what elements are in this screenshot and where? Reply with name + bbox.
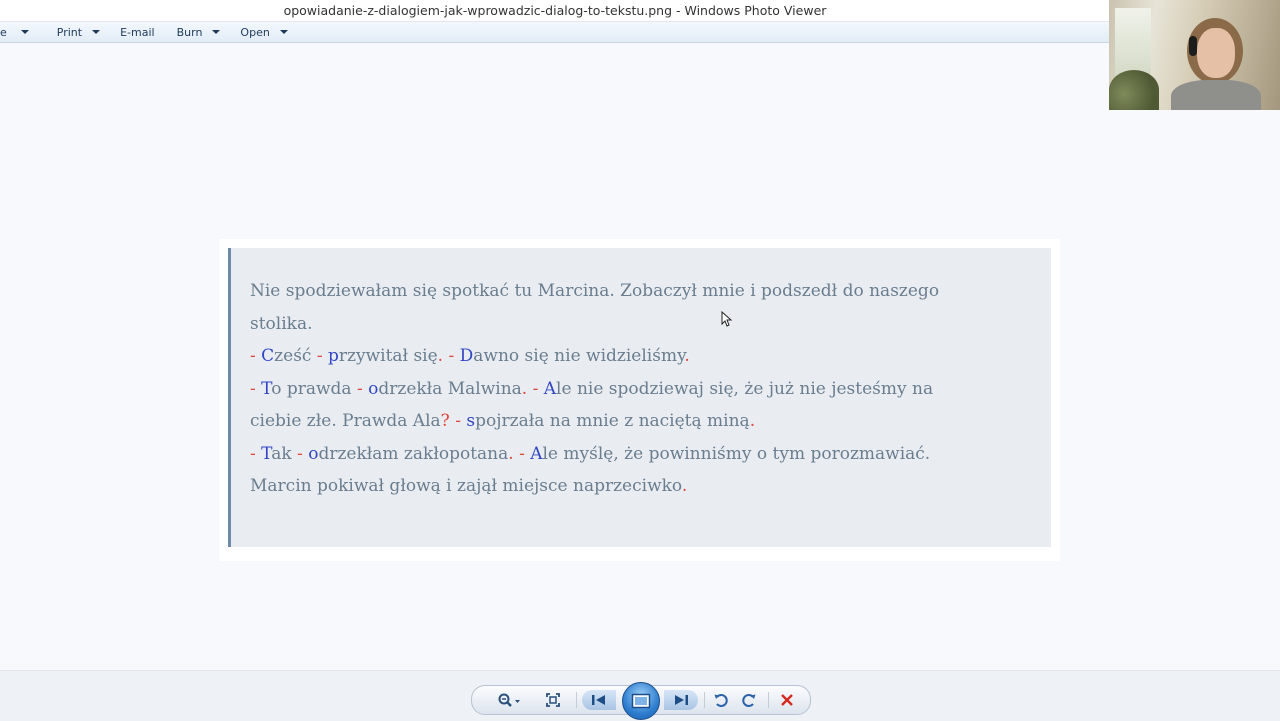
text-line: - Tak - odrzekłam zakłopotana. - Ale myś… (250, 443, 931, 464)
menu-email-label: E-mail (120, 25, 155, 39)
window-title-bar: opowiadanie-z-dialogiem-jak-wprowadzic-d… (0, 0, 1110, 22)
text-line: stolika. (250, 313, 313, 334)
text-line: Marcin pokiwał głową i zajął miejsce nap… (250, 476, 688, 496)
navigation-controls (471, 682, 811, 720)
zoom-icon (498, 693, 520, 707)
story-text: Nie spodziewałam się spotkać tu Marcina.… (250, 275, 1030, 503)
menu-print[interactable]: Print (47, 22, 110, 42)
menu-print-label: Print (56, 25, 83, 39)
text-line: Nie spodziewałam się spotkać tu Marcina.… (250, 281, 940, 301)
menu-email[interactable]: E-mail (110, 22, 165, 42)
rotate-clockwise-icon (742, 694, 756, 707)
slideshow-icon (631, 693, 651, 709)
mouse-cursor-icon (721, 311, 733, 327)
window-title: opowiadanie-z-dialogiem-jak-wprowadzic-d… (283, 3, 827, 18)
chevron-down-icon (20, 30, 29, 34)
delete-button[interactable] (776, 690, 798, 710)
actual-size-button[interactable] (542, 690, 564, 710)
webcam-overlay (1109, 0, 1280, 110)
menu-file[interactable]: e (0, 22, 39, 42)
slideshow-button[interactable] (622, 682, 660, 720)
rotate-counterclockwise-icon (714, 694, 728, 707)
actual-size-icon (546, 693, 560, 707)
displayed-image: Nie spodziewałam się spotkać tu Marcina.… (219, 239, 1060, 561)
delete-icon (781, 694, 793, 706)
webcam-body (1171, 80, 1261, 110)
webcam-face (1197, 28, 1235, 78)
previous-icon (592, 695, 605, 705)
text-line: - To prawda - odrzekła Malwina. - Ale ni… (250, 378, 934, 399)
rotate-clockwise-button[interactable] (738, 690, 760, 710)
divider (576, 692, 577, 708)
menu-open[interactable]: Open (230, 22, 297, 42)
menu-burn[interactable]: Burn (167, 22, 231, 42)
text-line: - Cześć - przywitał się. - Dawno się nie… (250, 346, 690, 366)
next-button[interactable] (664, 690, 698, 710)
menu-burn-label: Burn (176, 25, 203, 39)
previous-button[interactable] (582, 690, 616, 710)
next-icon (675, 695, 688, 705)
image-viewport[interactable]: Nie spodziewałam się spotkać tu Marcina.… (0, 43, 1280, 670)
chevron-down-icon (92, 30, 101, 34)
menu-file-label: e (0, 25, 7, 39)
menu-bar: e Print E-mail Burn Open (0, 22, 1110, 43)
divider (704, 692, 705, 708)
divider (768, 692, 769, 708)
rotate-counterclockwise-button[interactable] (710, 690, 732, 710)
text-line: ciebie złe. Prawda Ala? - spojrzała na m… (250, 411, 756, 431)
chevron-down-icon (212, 30, 221, 34)
webcam-plant (1109, 70, 1159, 110)
chevron-down-icon (279, 30, 288, 34)
quote-block: Nie spodziewałam się spotkać tu Marcina.… (228, 248, 1051, 547)
headset-icon (1189, 36, 1197, 56)
control-bar (0, 670, 1280, 721)
menu-open-label: Open (240, 25, 270, 39)
zoom-button[interactable] (494, 690, 524, 710)
